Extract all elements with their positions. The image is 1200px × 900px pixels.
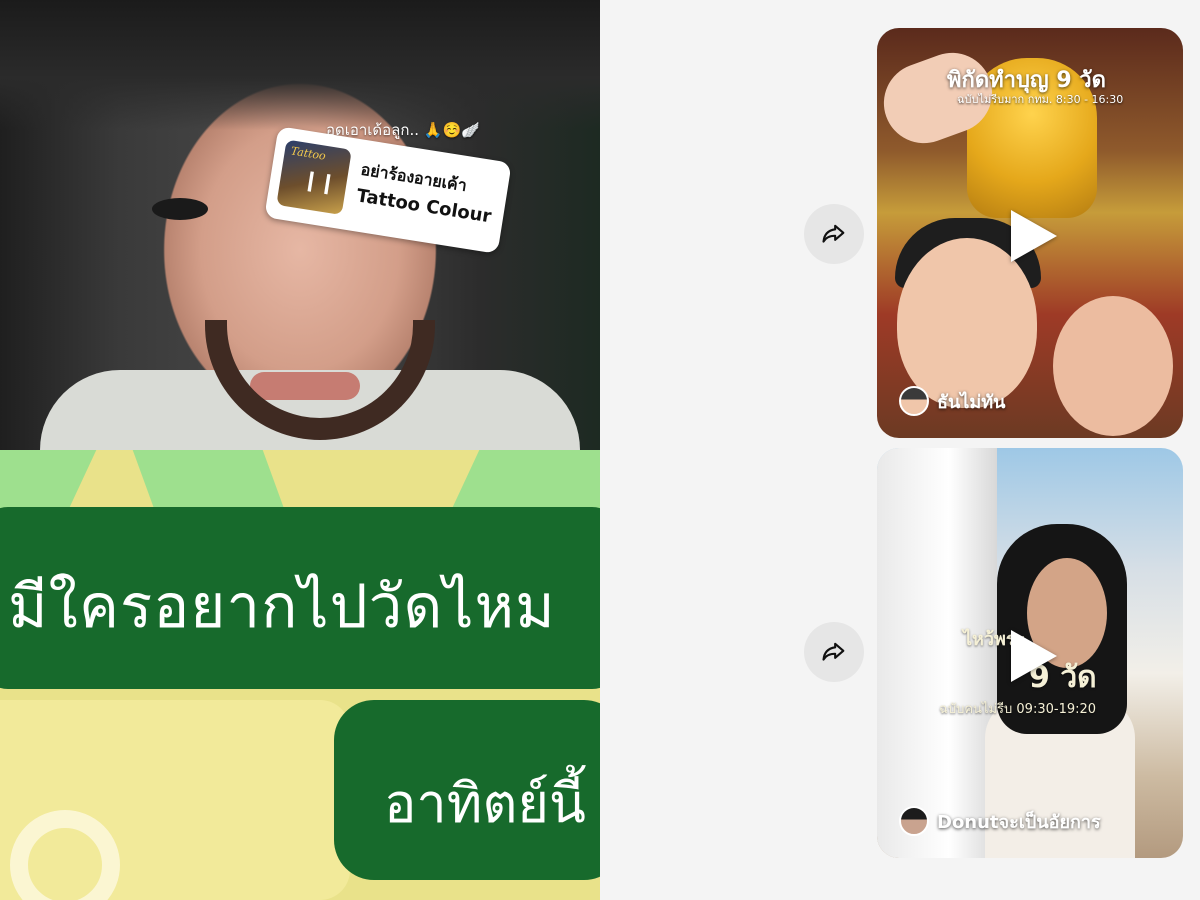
play-icon[interactable] [1011,210,1057,262]
album-art: Tattoo ❙❙ [276,139,352,216]
promo-bubble-1: มีใครอยากไปวัดไหม [0,507,600,689]
pause-icon: ❙❙ [300,166,338,196]
play-icon[interactable] [1011,630,1057,682]
album-logo: Tattoo [289,144,327,163]
promo-line-2: อาทิตย์นี้ [384,772,586,835]
music-sticker[interactable]: Tattoo ❙❙ อย่าร้องอายเค้า Tattoo Colour [264,126,512,254]
video-overlay-subtitle: ฉบับคนไม่รีบ 09:30-19:20 [939,702,1097,717]
share-button[interactable] [804,622,864,682]
video-author[interactable]: ธันไม่ทัน [899,386,1005,416]
video-author[interactable]: Donutจะเป็นอัยการ [899,806,1101,836]
share-button[interactable] [804,204,864,264]
share-icon [822,224,845,243]
promo-line-1: มีใครอยากไปวัดไหม [8,572,556,642]
avatar [899,806,929,836]
eye [152,198,208,220]
video-overlay-subtitle: ฉบับไม่รีบมาก กทม. 8:30 - 16:30 [957,93,1124,106]
promo-graphic: มีใครอยากไปวัดไหม อาทิตย์นี้ [0,450,600,900]
video-card[interactable]: พิกัดทำบุญ 9 วัด ฉบับไม่รีบมาก กทม. 8:30… [877,28,1183,438]
share-icon [822,642,845,661]
avatar [899,386,929,416]
person [1053,296,1173,436]
author-name: Donutจะเป็นอัยการ [937,811,1101,833]
temple-pillar [877,448,997,858]
video-card[interactable]: ไหว้พระ 9 วัด ฉบับคนไม่รีบ 09:30-19:20 D… [877,448,1183,858]
selfie-story-photo: อดเอาเด้อลูก.. 🙏☺️🪽 Tattoo ❙❙ อย่าร้องอา… [0,0,600,450]
person [897,238,1037,408]
left-image-collage: อดเอาเด้อลูก.. 🙏☺️🪽 Tattoo ❙❙ อย่าร้องอา… [0,0,600,900]
author-name: ธันไม่ทัน [937,391,1006,413]
promo-bubble-2: อาทิตย์นี้ [334,700,600,880]
